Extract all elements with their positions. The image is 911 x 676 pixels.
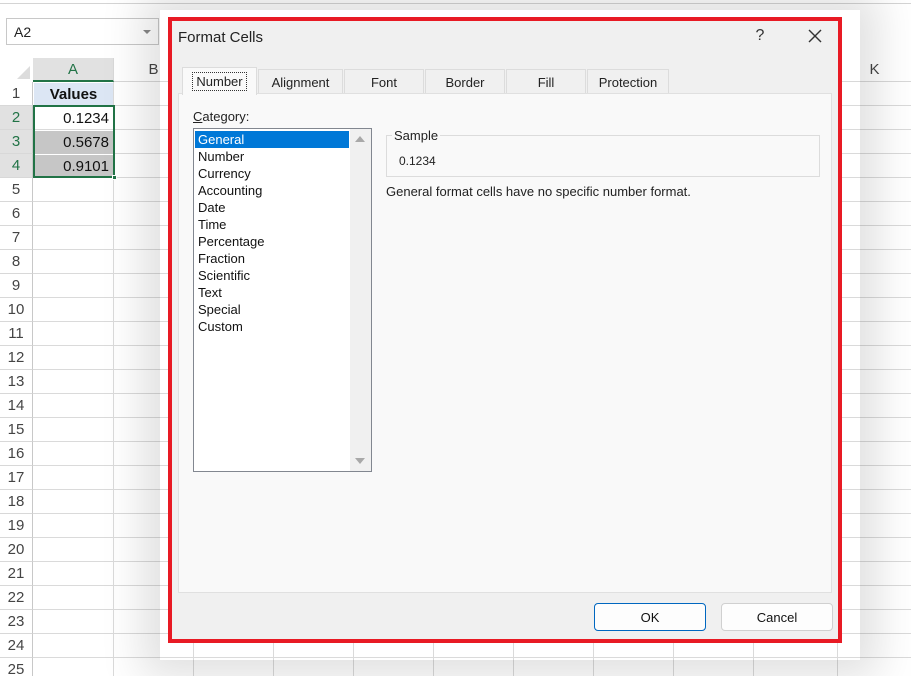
cell-a4[interactable]: 0.9101 — [34, 155, 113, 178]
row-header[interactable]: 24 — [0, 634, 33, 658]
number-tab-panel: Category: General Number Currency Accountin… — [178, 93, 832, 593]
sample-groupbox — [386, 135, 820, 177]
category-item[interactable]: Time — [195, 216, 349, 233]
ok-button[interactable]: OK — [594, 603, 706, 631]
category-item[interactable]: Custom — [195, 318, 349, 335]
row-gridline — [33, 657, 911, 658]
category-item[interactable]: Percentage — [195, 233, 349, 250]
row-header[interactable]: 21 — [0, 562, 33, 586]
cell-a2[interactable]: 0.1234 — [34, 107, 113, 130]
name-box-value: A2 — [14, 24, 32, 40]
scroll-up-icon[interactable] — [355, 136, 365, 142]
category-label: Category: — [193, 109, 250, 124]
name-box[interactable]: A2 — [6, 18, 159, 45]
row-header[interactable]: 7 — [0, 226, 33, 250]
row-header[interactable]: 15 — [0, 418, 33, 442]
column-header-k[interactable]: K — [838, 58, 911, 82]
format-cells-dialog: Format Cells ? Number Alignment Font Bor… — [168, 17, 842, 643]
category-item[interactable]: Text — [195, 284, 349, 301]
dialog-title: Format Cells — [178, 29, 264, 46]
tab-alignment[interactable]: Alignment — [258, 69, 343, 94]
category-scrollbar[interactable] — [350, 129, 371, 471]
category-item[interactable]: Accounting — [195, 182, 349, 199]
row-header[interactable]: 6 — [0, 202, 33, 226]
excel-window: A2 A B K 1 2 3 4 5 6 7 8 9 10 11 12 13 14 15 16 17 18 19 20… — [0, 0, 911, 676]
sample-label: Sample — [392, 128, 441, 143]
close-icon — [808, 29, 822, 43]
row-header[interactable]: 8 — [0, 250, 33, 274]
category-item[interactable]: Fraction — [195, 250, 349, 267]
close-button[interactable] — [804, 25, 826, 47]
row-header[interactable]: 25 — [0, 658, 33, 676]
category-item[interactable]: Number — [195, 148, 349, 165]
scroll-down-icon[interactable] — [355, 458, 365, 464]
row-header[interactable]: 17 — [0, 466, 33, 490]
select-all-corner[interactable] — [0, 58, 33, 82]
row-header[interactable]: 14 — [0, 394, 33, 418]
row-header[interactable]: 11 — [0, 322, 33, 346]
row-header[interactable]: 4 — [0, 154, 33, 178]
ribbon-edge — [0, 0, 911, 4]
tab-protection[interactable]: Protection — [587, 69, 669, 94]
category-item[interactable]: Scientific — [195, 267, 349, 284]
category-item[interactable]: Date — [195, 199, 349, 216]
fill-handle[interactable] — [112, 175, 117, 180]
sample-value: 0.1234 — [399, 154, 436, 168]
category-item[interactable]: Currency — [195, 165, 349, 182]
category-item[interactable]: General — [195, 131, 349, 148]
row-header[interactable]: 18 — [0, 490, 33, 514]
row-header[interactable]: 3 — [0, 130, 33, 154]
format-description: General format cells have no specific nu… — [386, 184, 691, 199]
chevron-down-icon[interactable] — [143, 30, 151, 34]
select-all-triangle-icon — [17, 66, 30, 79]
row-header[interactable]: 1 — [0, 82, 33, 106]
row-header[interactable]: 20 — [0, 538, 33, 562]
column-gridline — [113, 82, 114, 676]
row-header[interactable]: 23 — [0, 610, 33, 634]
category-listbox[interactable]: General Number Currency Accounting Date Time P… — [193, 128, 372, 472]
row-header[interactable]: 16 — [0, 442, 33, 466]
column-header-a[interactable]: A — [33, 58, 114, 82]
tab-number[interactable]: Number — [182, 67, 257, 95]
row-header[interactable]: 13 — [0, 370, 33, 394]
cancel-button[interactable]: Cancel — [721, 603, 833, 631]
row-header[interactable]: 5 — [0, 178, 33, 202]
tab-font[interactable]: Font — [344, 69, 424, 94]
row-header[interactable]: 19 — [0, 514, 33, 538]
tab-fill[interactable]: Fill — [506, 69, 586, 94]
cell-a3[interactable]: 0.5678 — [34, 131, 113, 154]
help-button[interactable]: ? — [752, 27, 768, 45]
row-header[interactable]: 2 — [0, 106, 33, 130]
row-header[interactable]: 22 — [0, 586, 33, 610]
cell-a1[interactable]: Values — [34, 83, 113, 106]
row-header[interactable]: 10 — [0, 298, 33, 322]
row-header[interactable]: 9 — [0, 274, 33, 298]
category-item[interactable]: Special — [195, 301, 349, 318]
row-header[interactable]: 12 — [0, 346, 33, 370]
tab-border[interactable]: Border — [425, 69, 505, 94]
